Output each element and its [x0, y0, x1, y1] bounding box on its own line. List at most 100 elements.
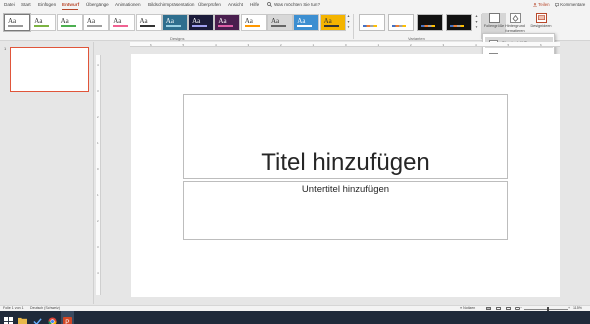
ruler-tick-label: 0: [97, 167, 99, 171]
ruler-tick-label: 4: [215, 43, 217, 47]
subtitle-placeholder[interactable]: Untertitel hinzufügen: [183, 181, 508, 240]
ruler-tick-label: 3: [442, 43, 445, 47]
theme-color-bar: [8, 25, 23, 27]
tab-start[interactable]: Start: [21, 2, 31, 8]
theme-color-bar: [113, 25, 129, 27]
notes-icon: ≡: [460, 306, 463, 310]
theme-thumbnail[interactable]: Aa: [161, 14, 188, 31]
variant-thumbnail[interactable]: [359, 14, 385, 31]
chrome-icon[interactable]: [48, 313, 57, 324]
theme-color-bar: [60, 25, 76, 27]
theme-thumbnail[interactable]: Aa: [109, 14, 136, 31]
slide-size-icon: [488, 13, 500, 23]
windows-start-icon[interactable]: [4, 313, 13, 324]
theme-thumbnail[interactable]: Aa: [319, 14, 346, 31]
theme-sample-text: Aa: [8, 17, 17, 25]
variant-color-stripe: [450, 25, 464, 27]
variants-group-label: Varianten: [408, 36, 425, 41]
vertical-ruler: 4 3 2 1 0 1 2 3 4: [96, 55, 101, 295]
normal-view-icon[interactable]: [486, 307, 491, 310]
theme-sample-text: Aa: [139, 17, 148, 25]
tab-hilfe[interactable]: Hilfe: [250, 2, 259, 8]
theme-sample-text: Aa: [113, 17, 122, 25]
designer-label: Designideen: [530, 24, 552, 28]
ruler-tick-label: 2: [410, 43, 412, 47]
theme-color-bar: [244, 25, 260, 27]
ruler-tick-label: 3: [97, 89, 99, 93]
format-background-label: Hintergrund formatieren: [505, 24, 525, 33]
theme-sample-text: Aa: [60, 17, 69, 25]
variant-thumbnail[interactable]: [388, 14, 414, 31]
zoom-slider[interactable]: [524, 308, 568, 310]
app-icon[interactable]: [33, 313, 42, 324]
share-button[interactable]: Teilen: [533, 2, 550, 8]
variant-thumbnail[interactable]: [417, 14, 443, 31]
ruler-tick-label: 1: [97, 193, 99, 197]
search-icon[interactable]: [267, 2, 272, 9]
variants-gallery-scroll[interactable]: ▲ ▼ ▾: [474, 14, 479, 31]
comment-icon: [555, 2, 559, 7]
theme-sample-text: Aa: [34, 17, 43, 25]
tab-ueberpruefen[interactable]: Überprüfen: [198, 2, 221, 8]
tab-bildschirmpraesentation[interactable]: Bildschirmpräsentation: [148, 2, 194, 8]
theme-color-bar: [218, 25, 234, 27]
variant-color-stripe: [363, 25, 377, 27]
file-explorer-icon[interactable]: [18, 313, 27, 324]
ruler-tick-label: 4: [475, 43, 477, 47]
title-placeholder[interactable]: Titel hinzufügen: [183, 94, 508, 179]
slide-thumbnail[interactable]: [10, 47, 89, 92]
tab-entwurf[interactable]: Entwurf: [62, 2, 79, 8]
designer-button[interactable]: Designideen: [529, 13, 553, 29]
ruler-tick-label: 2: [280, 43, 282, 47]
tab-einfuegen[interactable]: Einfügen: [38, 2, 56, 8]
group-divider: [353, 14, 354, 39]
theme-thumbnail[interactable]: Aa: [188, 14, 215, 31]
slide-canvas[interactable]: Titel hinzufügen Untertitel hinzufügen: [131, 54, 560, 297]
reading-view-icon[interactable]: [506, 307, 511, 310]
theme-sample-text: Aa: [218, 17, 227, 25]
variant-color-stripe: [392, 25, 406, 27]
ruler-tick-label: 1: [97, 141, 99, 145]
tab-uebergaenge[interactable]: Übergänge: [86, 2, 109, 8]
title-text[interactable]: Titel hinzufügen: [184, 149, 507, 177]
ruler-tick-label: 2: [97, 219, 99, 223]
theme-sample-text: Aa: [244, 17, 253, 25]
theme-thumbnail[interactable]: Aa: [214, 14, 241, 31]
tell-me-search[interactable]: Was möchten Sie tun?: [274, 2, 320, 8]
tab-datei[interactable]: Datei: [4, 2, 15, 8]
theme-sample-text: Aa: [323, 17, 332, 25]
theme-color-bar: [86, 25, 102, 27]
theme-thumbnail[interactable]: Aa: [267, 14, 293, 31]
designs-group-label: Designs: [170, 36, 185, 41]
theme-thumbnail[interactable]: Aa: [4, 14, 30, 31]
tab-animationen[interactable]: Animationen: [115, 2, 141, 8]
slide-number: 1: [4, 46, 7, 51]
theme-thumbnail[interactable]: Aa: [293, 14, 320, 31]
powerpoint-icon[interactable]: P: [63, 313, 72, 324]
ruler-tick-label: 4: [97, 271, 99, 275]
theme-thumbnail[interactable]: Aa: [56, 14, 83, 31]
theme-thumbnail[interactable]: Aa: [82, 14, 109, 31]
theme-thumbnail[interactable]: Aa: [135, 14, 162, 31]
variant-thumbnail[interactable]: [446, 14, 472, 31]
theme-sample-text: Aa: [271, 17, 280, 25]
tab-ansicht[interactable]: Ansicht: [228, 2, 243, 8]
ruler-tick-label: 4: [97, 63, 99, 67]
more-icon[interactable]: ▾: [346, 25, 351, 31]
svg-text:P: P: [65, 319, 69, 324]
theme-sample-text: Aa: [192, 17, 201, 25]
subtitle-text[interactable]: Untertitel hinzufügen: [184, 184, 507, 196]
theme-thumbnail[interactable]: Aa: [30, 14, 57, 31]
ribbon-tabs-bar: Datei Start Einfügen Entwurf Übergänge A…: [0, 0, 590, 11]
theme-color-bar: [139, 25, 155, 27]
themes-gallery-scroll[interactable]: ▲ ▼ ▾: [346, 14, 351, 31]
active-tab-indicator: [62, 9, 78, 10]
ruler-tick-label: 3: [97, 245, 99, 249]
more-icon[interactable]: ▾: [474, 25, 479, 31]
format-background-button[interactable]: Hintergrund formatieren: [503, 13, 527, 33]
theme-sample-text: Aa: [165, 17, 174, 25]
theme-color-bar: [297, 25, 313, 27]
comments-button[interactable]: Kommentare: [555, 2, 585, 8]
slide-sorter-icon[interactable]: [496, 307, 501, 310]
theme-thumbnail[interactable]: Aa: [240, 14, 267, 31]
